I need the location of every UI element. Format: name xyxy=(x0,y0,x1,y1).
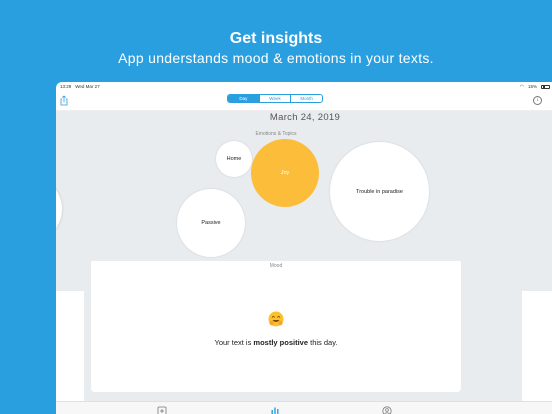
bar-chart-icon[interactable] xyxy=(270,406,280,414)
mood-text-prefix: Your text is xyxy=(214,338,254,347)
wifi-icon: ◠ xyxy=(519,83,524,90)
segment-week[interactable]: Week xyxy=(258,95,291,102)
battery-icon xyxy=(541,84,550,89)
day-insights-card: Emotions & Topics Home Joy Trouble in pa… xyxy=(91,128,461,392)
mood-title: Mood xyxy=(269,263,283,269)
mood-section: Mood Your text is mostly positive this d… xyxy=(91,261,461,392)
mood-summary: Your text is mostly positive this day. xyxy=(91,338,461,347)
tab-bar xyxy=(56,401,552,414)
profile-icon[interactable] xyxy=(382,406,392,414)
mood-text-suffix: this day. xyxy=(308,338,338,347)
bubble-trouble-in-paradise[interactable]: Trouble in paradise xyxy=(330,142,429,241)
segment-month[interactable]: Month xyxy=(290,95,322,102)
previous-card-bubbles-area xyxy=(56,158,84,291)
smiling-face-emoji-icon xyxy=(268,311,284,327)
period-segmented-control: Day Week Month xyxy=(227,94,323,103)
mood-text-bold: mostly positive xyxy=(253,338,309,347)
bubble-trouble-label: Trouble in paradise xyxy=(356,188,403,195)
next-card-bubbles-area xyxy=(522,158,552,291)
bubble-home-label: Home xyxy=(226,156,242,162)
share-icon[interactable] xyxy=(59,95,69,106)
promo-subtitle: App understands mood & emotions in your … xyxy=(118,50,434,66)
next-day-card[interactable] xyxy=(522,158,552,414)
device-screen: 13:29 Wed Mar 27 ◠ 15% Day Week Month i xyxy=(56,82,552,414)
bubble-passive[interactable]: Passive xyxy=(177,189,245,257)
promo-title: Get insights xyxy=(229,30,323,47)
compose-icon[interactable] xyxy=(157,406,167,414)
bubble-joy[interactable]: Joy xyxy=(251,139,319,207)
previous-card-mood-area xyxy=(56,291,84,414)
segment-day[interactable]: Day xyxy=(228,95,259,102)
emotions-topics-section: Emotions & Topics Home Joy Trouble in pa… xyxy=(91,128,461,261)
previous-day-card[interactable] xyxy=(56,158,84,414)
emotions-topics-title: Emotions & Topics xyxy=(255,131,297,137)
bubble-joy-label: Joy xyxy=(280,170,290,176)
bubble-home[interactable]: Home xyxy=(216,141,252,177)
status-date: Wed Mar 27 xyxy=(75,84,100,89)
date-heading: March 24, 2019 xyxy=(269,112,341,123)
nav-bar: Day Week Month i xyxy=(56,91,552,111)
bubble-passive-label: Passive xyxy=(201,220,221,226)
status-bar: 13:29 Wed Mar 27 ◠ 15% xyxy=(56,82,552,91)
info-icon[interactable]: i xyxy=(533,96,542,105)
battery-percent: 15% xyxy=(527,84,537,89)
status-time: 13:29 xyxy=(60,84,72,89)
